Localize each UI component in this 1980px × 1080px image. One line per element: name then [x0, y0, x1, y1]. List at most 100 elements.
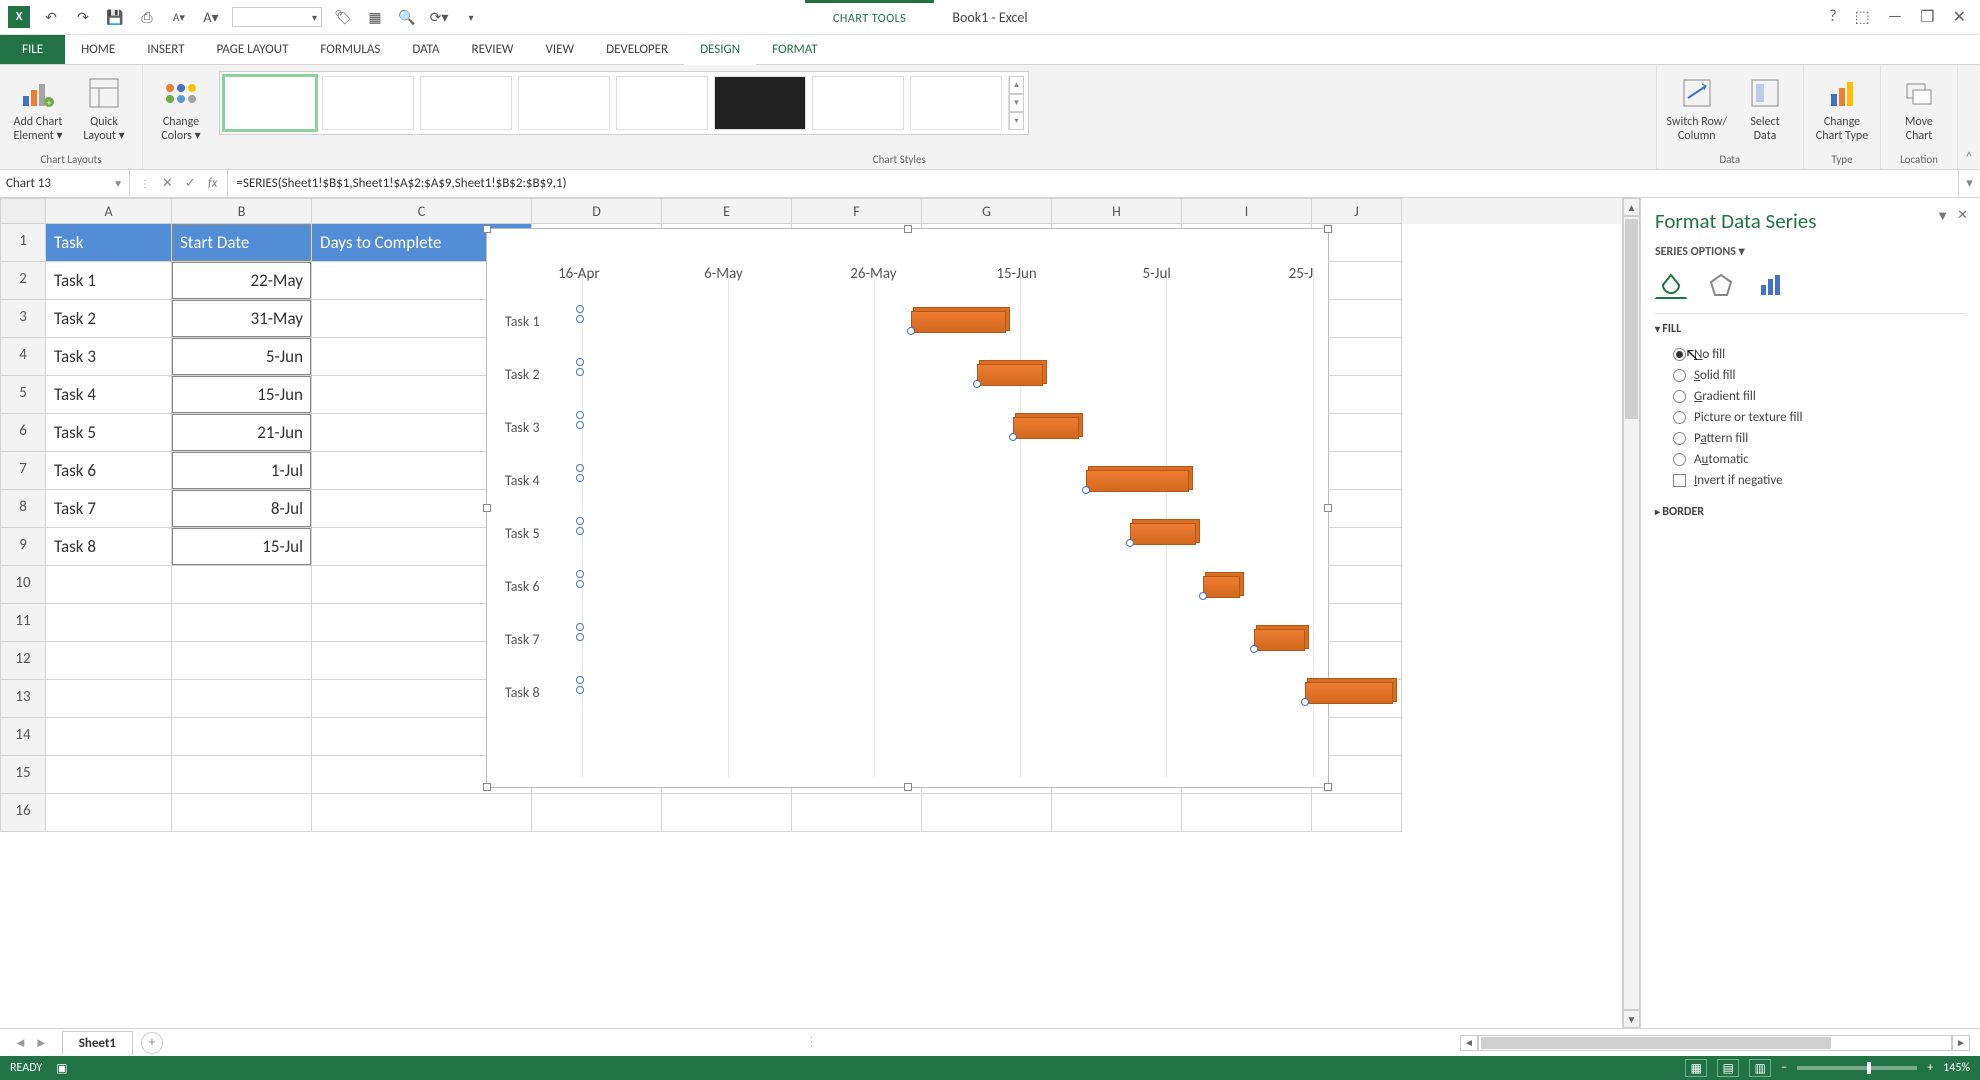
- close-icon[interactable]: ✕: [1953, 7, 1966, 27]
- sheet-nav-arrows[interactable]: ◄►: [0, 1035, 62, 1051]
- page-break-view-icon[interactable]: ▥: [1749, 1059, 1771, 1077]
- row-header-14[interactable]: 14: [0, 718, 46, 756]
- row-header-11[interactable]: 11: [0, 604, 46, 642]
- scroll-right-icon[interactable]: ►: [1952, 1035, 1970, 1051]
- cell-A10[interactable]: [46, 566, 172, 604]
- fill-picture-option[interactable]: Picture or texture fill: [1673, 407, 1966, 428]
- tab-file[interactable]: FILE: [0, 35, 65, 64]
- zoom-level[interactable]: 145%: [1943, 1061, 1970, 1075]
- tab-developer[interactable]: DEVELOPER: [590, 35, 684, 64]
- chart-style-1[interactable]: [224, 76, 316, 130]
- cell-A14[interactable]: [46, 718, 172, 756]
- chart-style-3[interactable]: [420, 76, 512, 130]
- cell-B7[interactable]: 1-Jul: [172, 452, 312, 490]
- font-inc-icon[interactable]: A▾: [200, 6, 222, 28]
- cell-A7[interactable]: Task 6: [46, 452, 172, 490]
- cell-F16[interactable]: [792, 794, 922, 832]
- cell-H16[interactable]: [1052, 794, 1182, 832]
- row-header-12[interactable]: 12: [0, 642, 46, 680]
- cell-B13[interactable]: [172, 680, 312, 718]
- horizontal-scrollbar[interactable]: ◄ ►: [1460, 1035, 1980, 1051]
- chart-resize-handle[interactable]: [904, 783, 912, 791]
- fill-no-fill-option[interactable]: No fill ↖: [1673, 344, 1966, 365]
- col-header-J[interactable]: J: [1312, 198, 1402, 224]
- more-arrow-icon[interactable]: ▾: [1009, 112, 1024, 130]
- row-header-3[interactable]: 3: [0, 300, 46, 338]
- row-header-6[interactable]: 6: [0, 414, 46, 452]
- normal-view-icon[interactable]: ▦: [1685, 1059, 1707, 1077]
- snapshot-icon[interactable]: ⎙: [136, 6, 158, 28]
- chart-bar[interactable]: [1203, 576, 1240, 598]
- chart-resize-handle[interactable]: [483, 225, 491, 233]
- row-header-4[interactable]: 4: [0, 338, 46, 376]
- collapse-ribbon-icon[interactable]: ^: [1958, 65, 1980, 169]
- chart-style-7[interactable]: [812, 76, 904, 130]
- cell-B3[interactable]: 31-May: [172, 300, 312, 338]
- col-header-D[interactable]: D: [532, 198, 662, 224]
- grid-icon[interactable]: ▦: [364, 6, 386, 28]
- restore-icon[interactable]: ❐: [1920, 7, 1934, 27]
- select-data-button[interactable]: Select Data: [1737, 71, 1793, 144]
- chart-bar[interactable]: [1254, 629, 1305, 651]
- col-header-G[interactable]: G: [922, 198, 1052, 224]
- chart-style-gallery[interactable]: ▲▼▾: [219, 71, 1029, 135]
- prev-sheet-icon[interactable]: ◄: [14, 1035, 27, 1051]
- col-header-E[interactable]: E: [662, 198, 792, 224]
- scroll-left-icon[interactable]: ◄: [1460, 1035, 1478, 1051]
- fill-section-header[interactable]: FILL: [1655, 322, 1966, 336]
- cell-A5[interactable]: Task 4: [46, 376, 172, 414]
- quick-layout-button[interactable]: Quick Layout ▾: [76, 71, 132, 144]
- cell-D16[interactable]: [532, 794, 662, 832]
- cell-G16[interactable]: [922, 794, 1052, 832]
- series-options-icon[interactable]: [1755, 271, 1787, 299]
- expand-formula-icon[interactable]: ▾: [1958, 170, 1980, 197]
- cell-A2[interactable]: Task 1: [46, 262, 172, 300]
- row-header-7[interactable]: 7: [0, 452, 46, 490]
- scroll-up-icon[interactable]: ▲: [1623, 198, 1640, 216]
- row-header-10[interactable]: 10: [0, 566, 46, 604]
- fill-line-icon[interactable]: [1655, 271, 1687, 299]
- dropdown-icon[interactable]: ▼: [113, 177, 123, 190]
- cell-A11[interactable]: [46, 604, 172, 642]
- fill-gradient-option[interactable]: Gradient fill: [1673, 386, 1966, 407]
- minimize-icon[interactable]: —: [1888, 7, 1902, 27]
- cell-A3[interactable]: Task 2: [46, 300, 172, 338]
- col-header-C[interactable]: C: [312, 198, 532, 224]
- cell-A15[interactable]: [46, 756, 172, 794]
- sheet-tab-sheet1[interactable]: Sheet1: [62, 1031, 133, 1055]
- chart-style-5[interactable]: [616, 76, 708, 130]
- tab-formulas[interactable]: FORMULAS: [304, 35, 396, 64]
- tab-review[interactable]: REVIEW: [456, 35, 530, 64]
- chart-bar[interactable]: [1086, 470, 1189, 492]
- cell-B6[interactable]: 21-Jun: [172, 414, 312, 452]
- switch-row-col-button[interactable]: Switch Row/ Column: [1667, 71, 1727, 144]
- tab-home[interactable]: HOME: [65, 35, 131, 64]
- name-box[interactable]: Chart 13▼: [0, 170, 130, 197]
- chart-bar[interactable]: [911, 311, 1006, 333]
- qat-more-icon[interactable]: ▾: [460, 6, 482, 28]
- split-handle[interactable]: ⋮: [163, 1035, 1460, 1050]
- save-icon[interactable]: 💾: [104, 6, 126, 28]
- chart-resize-handle[interactable]: [483, 783, 491, 791]
- effects-icon[interactable]: [1705, 271, 1737, 299]
- tab-data[interactable]: DATA: [396, 35, 455, 64]
- enter-formula-icon[interactable]: ✓: [185, 176, 196, 191]
- cell-A9[interactable]: Task 8: [46, 528, 172, 566]
- series-options-dropdown[interactable]: SERIES OPTIONS ▾: [1655, 244, 1966, 259]
- change-chart-type-button[interactable]: Change Chart Type: [1814, 71, 1870, 144]
- chart-resize-handle[interactable]: [1324, 504, 1332, 512]
- font-dec-icon[interactable]: A▾: [168, 6, 190, 28]
- hscroll-thumb[interactable]: [1481, 1037, 1831, 1049]
- cancel-formula-icon[interactable]: ✕: [162, 176, 173, 191]
- border-section-header[interactable]: BORDER: [1655, 505, 1966, 519]
- pane-close-icon[interactable]: ✕: [1957, 208, 1968, 224]
- tab-format[interactable]: FORMAT: [756, 35, 833, 64]
- fill-pattern-option[interactable]: Pattern fill: [1673, 428, 1966, 449]
- cell-B9[interactable]: 15-Jul: [172, 528, 312, 566]
- page-layout-view-icon[interactable]: ▤: [1717, 1059, 1739, 1077]
- tab-page-layout[interactable]: PAGE LAYOUT: [201, 35, 305, 64]
- tag-icon[interactable]: 🏷: [332, 6, 354, 28]
- combo-icon[interactable]: ▾: [232, 7, 322, 27]
- scroll-track[interactable]: [1623, 216, 1640, 1010]
- cell-A12[interactable]: [46, 642, 172, 680]
